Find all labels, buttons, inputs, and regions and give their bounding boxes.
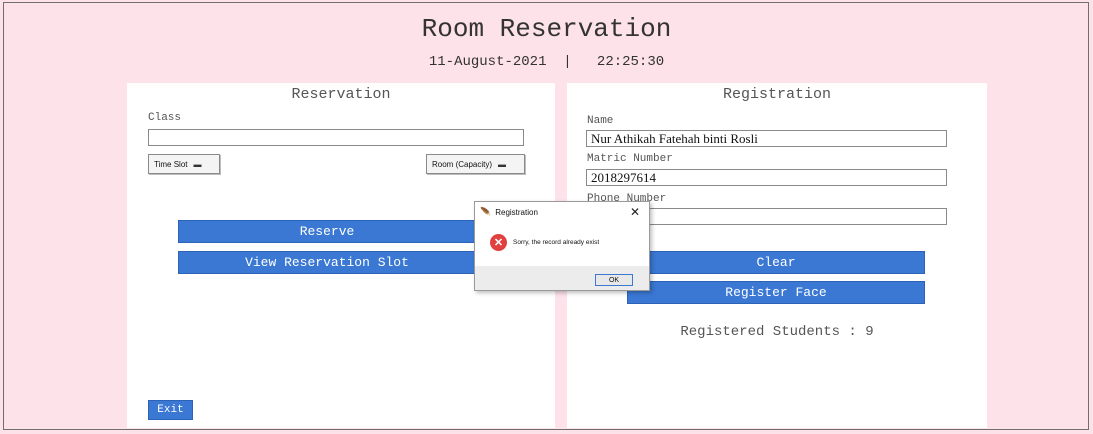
dialog-message: Sorry, the record already exist bbox=[513, 239, 600, 246]
ok-button[interactable]: OK bbox=[595, 274, 633, 286]
menu-indicator-icon: ▬ bbox=[193, 159, 202, 169]
dialog-title: Registration bbox=[495, 207, 538, 217]
name-label: Name bbox=[587, 115, 614, 127]
registration-title: Registration bbox=[722, 86, 832, 103]
room-capacity-menu[interactable]: Room (Capacity) ▬ bbox=[426, 154, 525, 174]
separator: | bbox=[563, 54, 572, 70]
app-title: Room Reservation bbox=[421, 14, 672, 44]
class-input[interactable] bbox=[148, 129, 524, 146]
date-text: 11-August-2021 bbox=[428, 54, 547, 70]
room-capacity-label: Room (Capacity) bbox=[432, 159, 493, 169]
matric-label: Matric Number bbox=[587, 153, 673, 165]
feather-icon: 🪶 bbox=[480, 206, 492, 217]
reserve-button[interactable]: Reserve bbox=[178, 220, 476, 243]
time-slot-label: Time Slot bbox=[154, 159, 188, 169]
date-time-bar: 11-August-2021 | 22:25:30 bbox=[0, 54, 1093, 70]
dialog-titlebar: 🪶 Registration ✕ bbox=[475, 202, 649, 222]
close-icon[interactable]: ✕ bbox=[630, 205, 640, 219]
name-input[interactable] bbox=[586, 130, 947, 147]
registered-students-count: Registered Students : 9 bbox=[680, 324, 874, 340]
clear-button[interactable]: Clear bbox=[627, 251, 925, 274]
reservation-title: Reservation bbox=[291, 86, 391, 103]
menu-indicator-icon: ▬ bbox=[498, 159, 507, 169]
dialog-body: ✕ Sorry, the record already exist bbox=[475, 222, 649, 266]
matric-input[interactable] bbox=[586, 169, 947, 186]
error-icon: ✕ bbox=[490, 234, 507, 251]
time-slot-menu[interactable]: Time Slot ▬ bbox=[148, 154, 220, 174]
exit-button[interactable]: Exit bbox=[148, 400, 193, 420]
register-face-button[interactable]: Register Face bbox=[627, 281, 925, 304]
error-dialog: 🪶 Registration ✕ ✕ Sorry, the record alr… bbox=[474, 201, 650, 291]
time-text: 22:25:30 bbox=[596, 54, 665, 70]
view-reservation-slot-button[interactable]: View Reservation Slot bbox=[178, 251, 476, 274]
class-label: Class bbox=[148, 112, 182, 124]
